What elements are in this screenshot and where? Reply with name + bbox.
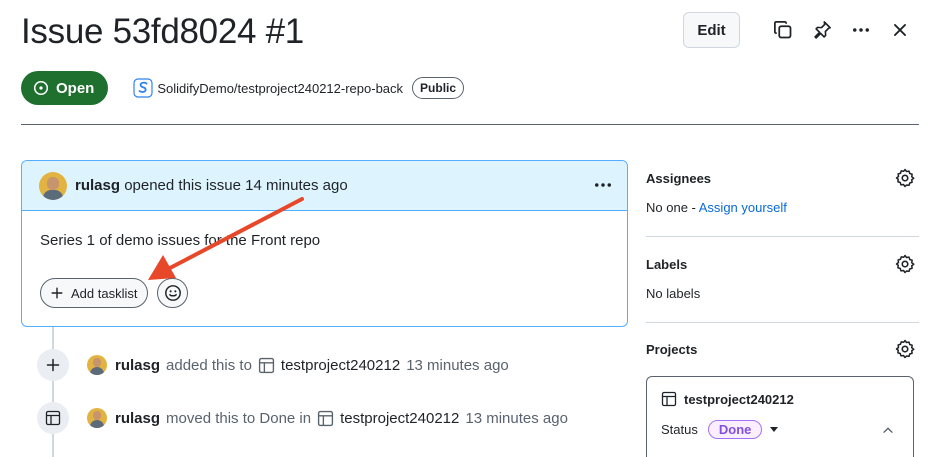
chevron-up-icon[interactable]: [881, 423, 895, 442]
issue-comment: rulasg opened this issue 14 minutes ago …: [21, 160, 628, 327]
project-status-label: Status: [661, 422, 698, 437]
close-icon[interactable]: [882, 12, 918, 48]
edit-button[interactable]: Edit: [683, 12, 740, 48]
smiley-icon: [165, 285, 181, 301]
timeline-badge: [37, 349, 69, 381]
plus-icon: [46, 358, 60, 372]
assignees-title: Assignees: [646, 171, 712, 186]
gear-icon[interactable]: [895, 254, 915, 279]
avatar[interactable]: [87, 408, 107, 428]
issue-opened-icon: [33, 80, 49, 96]
gear-icon[interactable]: [895, 339, 915, 364]
labels-title: Labels: [646, 257, 688, 272]
timeline-time[interactable]: 13 minutes ago: [406, 357, 509, 374]
header-actions: Edit: [683, 12, 918, 48]
header-divider: [21, 124, 919, 125]
pin-icon[interactable]: [804, 12, 840, 48]
status-badge[interactable]: Done: [707, 420, 763, 439]
timeline-action: moved this to Done in: [166, 409, 312, 427]
table-icon: [661, 391, 677, 407]
comment-action: opened this issue 14 minutes ago: [124, 177, 348, 194]
timeline-line: [52, 327, 54, 457]
sidebar-labels: Labels No labels: [646, 254, 919, 301]
timeline-badge: [37, 402, 69, 434]
labels-value: No labels: [646, 286, 701, 301]
assignees-value: No one -: [646, 200, 699, 215]
comment-author[interactable]: rulasg: [75, 177, 120, 194]
timeline-item: rulasg moved this to Done in testproject…: [37, 402, 568, 434]
project-card: testproject240212 Status Done: [646, 376, 914, 457]
timeline-actor[interactable]: rulasg: [115, 357, 160, 374]
avatar[interactable]: [87, 355, 107, 375]
timeline-actor[interactable]: rulasg: [115, 410, 160, 427]
project-name-link[interactable]: testproject240212: [684, 392, 794, 407]
state-badge: Open: [21, 71, 109, 105]
timeline-item: rulasg added this to testproject240212 1…: [37, 349, 509, 381]
kebab-horizontal-icon[interactable]: [843, 12, 879, 48]
visibility-badge: Public: [412, 77, 465, 99]
gear-icon[interactable]: [895, 168, 915, 193]
table-icon: [45, 410, 61, 426]
comment-header: rulasg opened this issue 14 minutes ago: [22, 161, 627, 211]
copy-icon[interactable]: [765, 12, 801, 48]
timeline-project-link[interactable]: testproject240212: [281, 357, 400, 374]
table-icon: [258, 357, 275, 373]
issue-meta: Open SolidifyDemo/testproject240212-repo…: [21, 71, 465, 105]
status-dropdown-caret-icon[interactable]: [770, 427, 779, 432]
repo-name: SolidifyDemo/testproject240212-repo-back: [157, 80, 404, 96]
sidebar-assignees: Assignees No one - Assign yourself: [646, 168, 919, 215]
plus-icon: [51, 287, 63, 299]
sidebar-divider: [646, 322, 919, 323]
add-reaction-button[interactable]: [157, 278, 189, 308]
comment-actions: Add tasklist: [40, 278, 189, 308]
sidebar-divider: [646, 236, 919, 237]
add-tasklist-label: Add tasklist: [71, 285, 138, 301]
timeline-project-link[interactable]: testproject240212: [340, 410, 459, 427]
state-label: Open: [56, 79, 95, 97]
avatar[interactable]: [39, 171, 67, 200]
kebab-horizontal-icon[interactable]: [593, 175, 613, 200]
assign-yourself-link[interactable]: Assign yourself: [699, 200, 787, 215]
timeline-action: added this to: [166, 356, 252, 374]
projects-title: Projects: [646, 342, 698, 357]
timeline-time[interactable]: 13 minutes ago: [465, 410, 568, 427]
page-title: Issue 53fd8024 #1: [21, 12, 304, 51]
add-tasklist-button[interactable]: Add tasklist: [40, 278, 149, 308]
sidebar-projects: Projects: [646, 339, 919, 359]
table-icon: [317, 410, 334, 426]
repo-link[interactable]: SolidifyDemo/testproject240212-repo-back: [133, 78, 403, 98]
comment-body: Series 1 of demo issues for the Front re…: [40, 232, 321, 249]
repo-logo-icon: [133, 78, 153, 98]
